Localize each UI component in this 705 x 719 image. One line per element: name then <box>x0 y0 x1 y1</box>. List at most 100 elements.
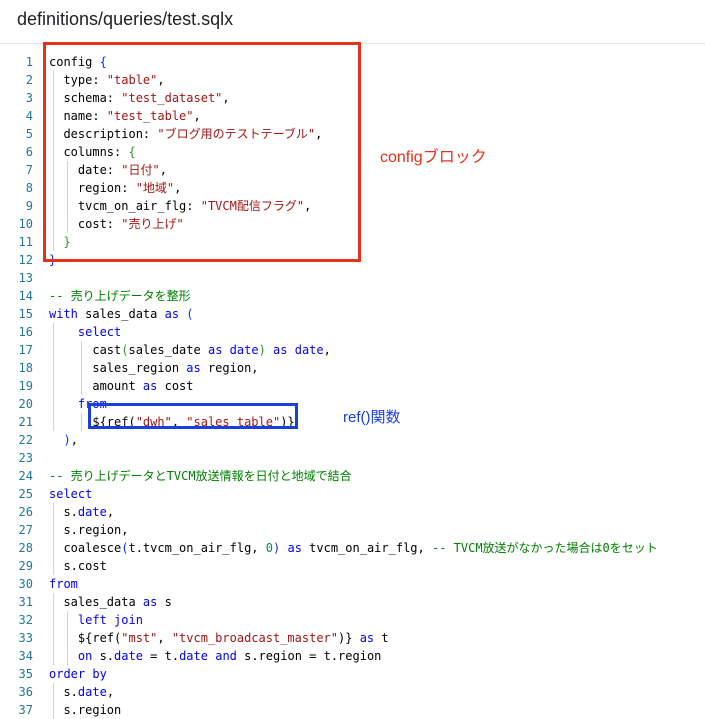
code-text[interactable]: with sales_data as ( <box>49 305 194 323</box>
indent-guide <box>53 503 54 575</box>
code-line[interactable]: 19 amount as cost <box>0 377 705 395</box>
code-text[interactable]: -- 売り上げデータを整形 <box>49 287 191 305</box>
code-line[interactable]: 13 <box>0 269 705 287</box>
line-number: 33 <box>18 631 33 645</box>
code-text[interactable]: coalesce(t.tvcm_on_air_flg, 0) as tvcm_o… <box>49 539 658 557</box>
code-line[interactable]: 31 sales_data as s <box>0 593 705 611</box>
code-text[interactable]: on s.date = t.date and s.region = t.regi… <box>49 647 382 665</box>
code-token: select <box>49 487 93 501</box>
code-token: from <box>49 577 78 591</box>
code-line[interactable]: 14 -- 売り上げデータを整形 <box>0 287 705 305</box>
code-text[interactable]: s.date, <box>49 503 114 521</box>
code-text[interactable]: ), <box>49 431 77 449</box>
line-number: 26 <box>18 505 33 519</box>
code-token: join <box>114 613 143 627</box>
code-token: t <box>374 631 389 645</box>
code-token: ) <box>63 433 71 447</box>
line-number: 23 <box>18 451 33 465</box>
code-token: date <box>179 649 208 663</box>
code-token: as <box>287 541 302 555</box>
code-token: s <box>157 595 172 609</box>
code-token: date <box>77 505 107 519</box>
code-line[interactable]: 17 cast(sales_date as date) as date, <box>0 341 705 359</box>
code-token: as <box>273 343 288 357</box>
code-token: s.region = t.region <box>236 649 382 663</box>
code-token: order by <box>49 667 107 681</box>
line-number: 30 <box>18 577 33 591</box>
code-line[interactable]: 26 s.date, <box>0 503 705 521</box>
code-line[interactable]: 24 -- 売り上げデータとTVCM放送情報を日付と地域で結合 <box>0 467 705 485</box>
file-path-title: definitions/queries/test.sqlx <box>17 9 234 29</box>
code-text[interactable]: select <box>49 485 92 503</box>
code-text[interactable]: order by <box>49 665 107 683</box>
ref-function-annotation: ref()関数 <box>343 409 401 426</box>
line-number: 13 <box>18 271 33 285</box>
code-text[interactable]: sales_data as s <box>49 593 172 611</box>
indent-guide <box>81 413 82 431</box>
code-text[interactable]: s.region, <box>49 521 128 539</box>
line-number: 34 <box>18 649 33 663</box>
line-number: 11 <box>18 235 33 249</box>
code-text[interactable]: amount as cost <box>49 377 193 395</box>
code-text[interactable]: select <box>49 323 121 341</box>
code-line[interactable]: 16 select <box>0 323 705 341</box>
code-line[interactable]: 35 order by <box>0 665 705 683</box>
line-number: 17 <box>18 343 33 357</box>
code-line[interactable]: 37 s.region <box>0 701 705 719</box>
code-text[interactable]: cast(sales_date as date) as date, <box>49 341 331 359</box>
code-token: date <box>77 685 107 699</box>
code-token: , <box>323 343 331 357</box>
config-block-annotation: configブロック <box>380 149 487 166</box>
code-text[interactable]: left join <box>49 611 143 629</box>
line-number: 5 <box>25 127 33 141</box>
code-line[interactable]: 29 s.cost <box>0 557 705 575</box>
code-text[interactable]: s.date, <box>49 683 114 701</box>
code-token: amount <box>49 379 143 393</box>
code-token: -- TVCM放送がなかった場合は0をセット <box>431 541 658 555</box>
code-line[interactable]: 22 ), <box>0 431 705 449</box>
code-line[interactable]: 34 on s.date = t.date and s.region = t.r… <box>0 647 705 665</box>
code-token: ( <box>186 307 194 321</box>
code-text[interactable]: s.cost <box>49 557 106 575</box>
code-token: as <box>186 361 201 375</box>
code-line[interactable]: 33 ${ref("mst", "tvcm_broadcast_master")… <box>0 629 705 647</box>
code-token: t.tvcm_on_air_flg, <box>128 541 266 555</box>
code-token: ) <box>258 343 266 357</box>
code-token: , <box>106 505 115 519</box>
code-token: date <box>114 649 143 663</box>
code-text[interactable]: -- 売り上げデータとTVCM放送情報を日付と地域で結合 <box>49 467 352 485</box>
code-token: region, <box>200 361 259 375</box>
code-token: s.region, <box>49 523 129 537</box>
line-number: 35 <box>18 667 33 681</box>
code-text[interactable]: from <box>49 575 78 593</box>
code-token: cast <box>49 343 122 357</box>
line-number: 29 <box>18 559 33 573</box>
line-number: 15 <box>18 307 33 321</box>
code-line[interactable]: 23 <box>0 449 705 467</box>
code-token: as <box>164 307 180 321</box>
code-line[interactable]: 32 left join <box>0 611 705 629</box>
code-line[interactable]: 28 coalesce(t.tvcm_on_air_flg, 0) as tvc… <box>0 539 705 557</box>
code-text[interactable]: s.region <box>49 701 121 719</box>
code-token: s.region <box>49 703 122 717</box>
indent-guide <box>53 683 54 719</box>
code-token: on <box>77 649 93 663</box>
editor-header: definitions/queries/test.sqlx <box>0 0 705 44</box>
code-line[interactable]: 30 from <box>0 575 705 593</box>
code-line[interactable]: 18 sales_region as region, <box>0 359 705 377</box>
line-number: 28 <box>18 541 33 555</box>
line-number: 21 <box>18 415 33 429</box>
line-number: 1 <box>25 55 33 69</box>
code-line[interactable]: 36 s.date, <box>0 683 705 701</box>
code-text[interactable]: ${ref("mst", "tvcm_broadcast_master")} a… <box>49 629 389 647</box>
line-number: 14 <box>18 289 33 303</box>
indent-guide <box>53 323 54 431</box>
code-line[interactable]: 15 with sales_data as ( <box>0 305 705 323</box>
line-number: 24 <box>18 469 33 483</box>
code-line[interactable]: 25 select <box>0 485 705 503</box>
code-token: s. <box>92 649 115 663</box>
config-block-highlight-box <box>43 42 361 262</box>
code-line[interactable]: 27 s.region, <box>0 521 705 539</box>
